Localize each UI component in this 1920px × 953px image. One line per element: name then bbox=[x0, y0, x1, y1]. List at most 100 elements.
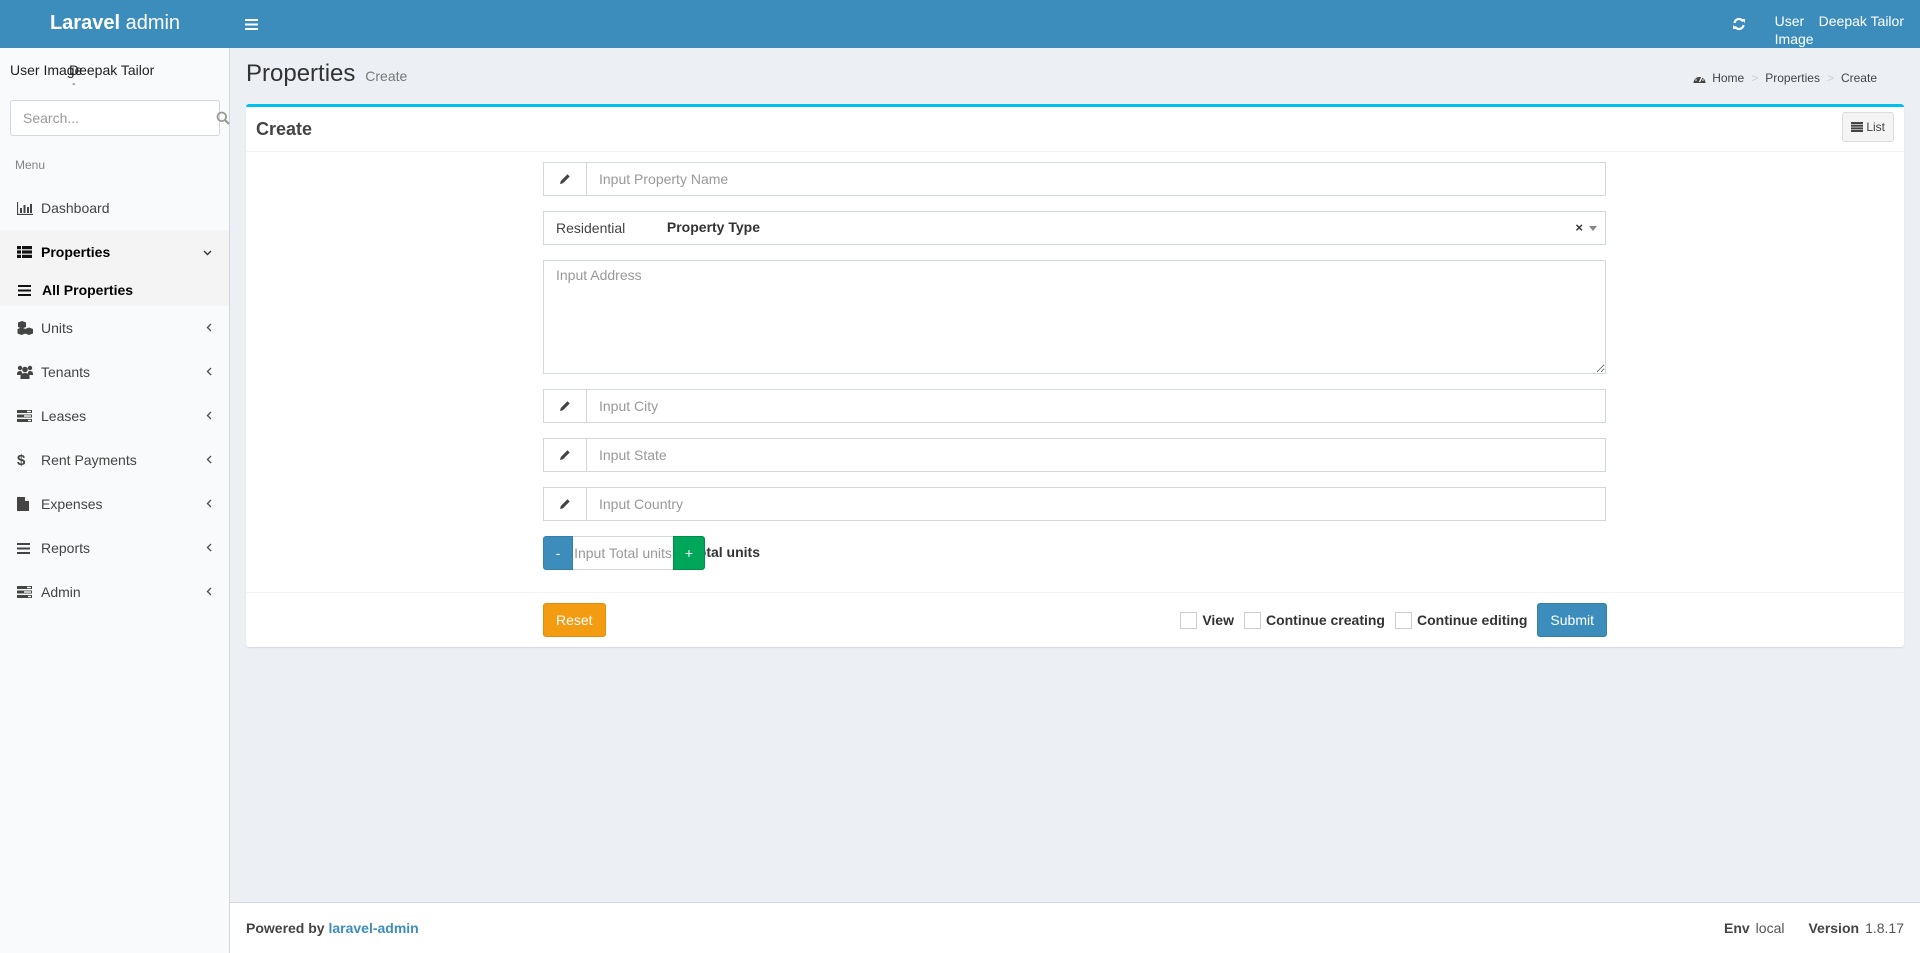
sidebar-item-label: Leases bbox=[41, 408, 87, 424]
list-button-label: List bbox=[1866, 120, 1885, 134]
caret-down-icon bbox=[1589, 226, 1597, 231]
tasks-icon bbox=[17, 586, 41, 598]
main-footer: Powered by laravel-admin Env local Versi… bbox=[230, 902, 1920, 953]
create-form-box: Create List Property Name Property Type … bbox=[246, 104, 1904, 647]
sidebar-search bbox=[10, 100, 230, 136]
submit-button[interactable]: Submit bbox=[1537, 603, 1607, 637]
checkbox-box[interactable] bbox=[1180, 611, 1198, 629]
total-units-input[interactable] bbox=[573, 536, 673, 570]
powered-by-text: Powered by bbox=[246, 920, 329, 936]
sidebar-item-label: Units bbox=[41, 320, 73, 336]
breadcrumb-properties[interactable]: Properties bbox=[1765, 71, 1820, 85]
refresh-icon bbox=[1732, 17, 1745, 31]
sidebar-item-units[interactable]: Units bbox=[0, 306, 229, 350]
sidebar-search-input[interactable] bbox=[11, 101, 216, 135]
bars-icon bbox=[18, 284, 42, 296]
sidebar-item-expenses[interactable]: Expenses bbox=[0, 482, 229, 526]
checkbox-label: View bbox=[1202, 612, 1234, 628]
chevron-left-icon bbox=[206, 585, 212, 599]
address-wrap bbox=[543, 260, 1606, 374]
footer-actions: View Continue creating Continue editing … bbox=[1180, 603, 1607, 637]
sidebar-search-button[interactable] bbox=[216, 101, 230, 135]
dollar-icon: $ bbox=[17, 451, 26, 469]
box-header: Create List bbox=[246, 107, 1904, 152]
content-header: Properties Create bbox=[246, 60, 407, 88]
sidebar-item-admin[interactable]: Admin bbox=[0, 570, 229, 614]
properties-submenu: All Properties bbox=[0, 274, 229, 306]
sidebar-item-label: Tenants bbox=[41, 364, 91, 380]
version-label: Version bbox=[1808, 920, 1860, 936]
sidebar-item-tenants[interactable]: Tenants bbox=[0, 350, 229, 394]
sidebar-item-leases[interactable]: Leases bbox=[0, 394, 229, 438]
chevron-left-icon bbox=[206, 497, 212, 511]
chevron-left-icon bbox=[206, 409, 212, 423]
th-list-icon bbox=[17, 246, 41, 258]
continue-creating-checkbox[interactable]: Continue creating bbox=[1243, 611, 1385, 629]
decrement-button[interactable]: - bbox=[543, 536, 573, 570]
breadcrumb-current: Create bbox=[1840, 71, 1877, 85]
checkbox-box[interactable] bbox=[1243, 611, 1261, 629]
main-header: Laravel admin User Image Deepak Tailor bbox=[0, 0, 1920, 48]
app-logo[interactable]: Laravel admin bbox=[0, 0, 230, 48]
sidebar-toggle-button[interactable] bbox=[230, 0, 272, 48]
property-type-select[interactable]: Residential × bbox=[543, 211, 1606, 245]
chevron-left-icon bbox=[206, 365, 212, 379]
search-icon bbox=[216, 111, 230, 125]
header-user-name: Deepak Tailor bbox=[1818, 13, 1904, 29]
list-icon bbox=[1851, 122, 1864, 132]
page-subtitle: Create bbox=[365, 68, 408, 84]
sidebar-item-all-properties[interactable]: All Properties bbox=[0, 274, 229, 306]
box-title: Create bbox=[256, 119, 313, 139]
reset-button[interactable]: Reset bbox=[543, 603, 606, 637]
view-checkbox[interactable]: View bbox=[1180, 611, 1234, 629]
property-name-group bbox=[543, 162, 1606, 196]
checkbox-label: Continue creating bbox=[1265, 612, 1385, 628]
sidebar-item-properties[interactable]: Properties bbox=[0, 230, 229, 274]
sidebar-item-label: Expenses bbox=[41, 496, 103, 512]
checkbox-box[interactable] bbox=[1394, 611, 1412, 629]
sidebar-item-rent-payments[interactable]: $ Rent Payments bbox=[0, 438, 229, 482]
logo-bold: Laravel bbox=[49, 12, 121, 34]
city-input[interactable] bbox=[587, 390, 1605, 422]
increment-button[interactable]: + bbox=[673, 536, 705, 570]
powered-by: Powered by laravel-admin bbox=[246, 920, 419, 936]
chevron-left-icon bbox=[206, 453, 212, 467]
cubes-icon bbox=[17, 321, 41, 335]
total-units-stepper: - + bbox=[543, 536, 705, 570]
clear-selection-icon[interactable]: × bbox=[1575, 220, 1583, 235]
refresh-button[interactable] bbox=[1717, 0, 1761, 48]
chevron-left-icon bbox=[206, 541, 212, 555]
bar-chart-icon bbox=[17, 201, 41, 215]
env-value: local bbox=[1755, 920, 1785, 936]
pencil-icon bbox=[544, 390, 587, 422]
sidebar-item-reports[interactable]: Reports bbox=[0, 526, 229, 570]
page-title: Properties bbox=[246, 60, 356, 87]
main-sidebar: User Image Deepak Tailor - Menu Dashboar… bbox=[0, 48, 230, 953]
state-input[interactable] bbox=[587, 439, 1605, 471]
continue-editing-checkbox[interactable]: Continue editing bbox=[1394, 611, 1527, 629]
address-textarea[interactable] bbox=[543, 260, 1606, 374]
chevron-left-icon bbox=[206, 321, 212, 335]
breadcrumb-home[interactable]: Home bbox=[1712, 71, 1744, 85]
sidebar-item-dashboard[interactable]: Dashboard bbox=[0, 186, 229, 230]
country-group bbox=[543, 487, 1606, 521]
box-footer: Reset View Continue creating Continue ed… bbox=[246, 592, 1904, 647]
property-name-input[interactable] bbox=[587, 163, 1605, 195]
hamburger-icon bbox=[244, 18, 258, 30]
list-button[interactable]: List bbox=[1842, 112, 1894, 142]
pencil-icon bbox=[544, 439, 587, 471]
menu-header: Menu bbox=[15, 158, 46, 172]
breadcrumb-separator: > bbox=[1751, 71, 1759, 85]
version-value: 1.8.17 bbox=[1865, 920, 1904, 936]
country-input[interactable] bbox=[587, 488, 1605, 520]
header-right: User Image Deepak Tailor bbox=[1717, 0, 1920, 48]
sidebar-item-label: Rent Payments bbox=[41, 452, 137, 468]
user-menu[interactable]: User Image Deepak Tailor bbox=[1761, 0, 1920, 48]
users-icon bbox=[17, 365, 41, 379]
sidebar-user-status: - bbox=[72, 78, 76, 90]
state-group bbox=[543, 438, 1606, 472]
laravel-admin-link[interactable]: laravel-admin bbox=[328, 920, 418, 936]
sidebar-item-label: All Properties bbox=[42, 282, 134, 298]
sidebar-item-label: Admin bbox=[41, 584, 81, 600]
sidebar-item-label: Dashboard bbox=[41, 200, 110, 216]
